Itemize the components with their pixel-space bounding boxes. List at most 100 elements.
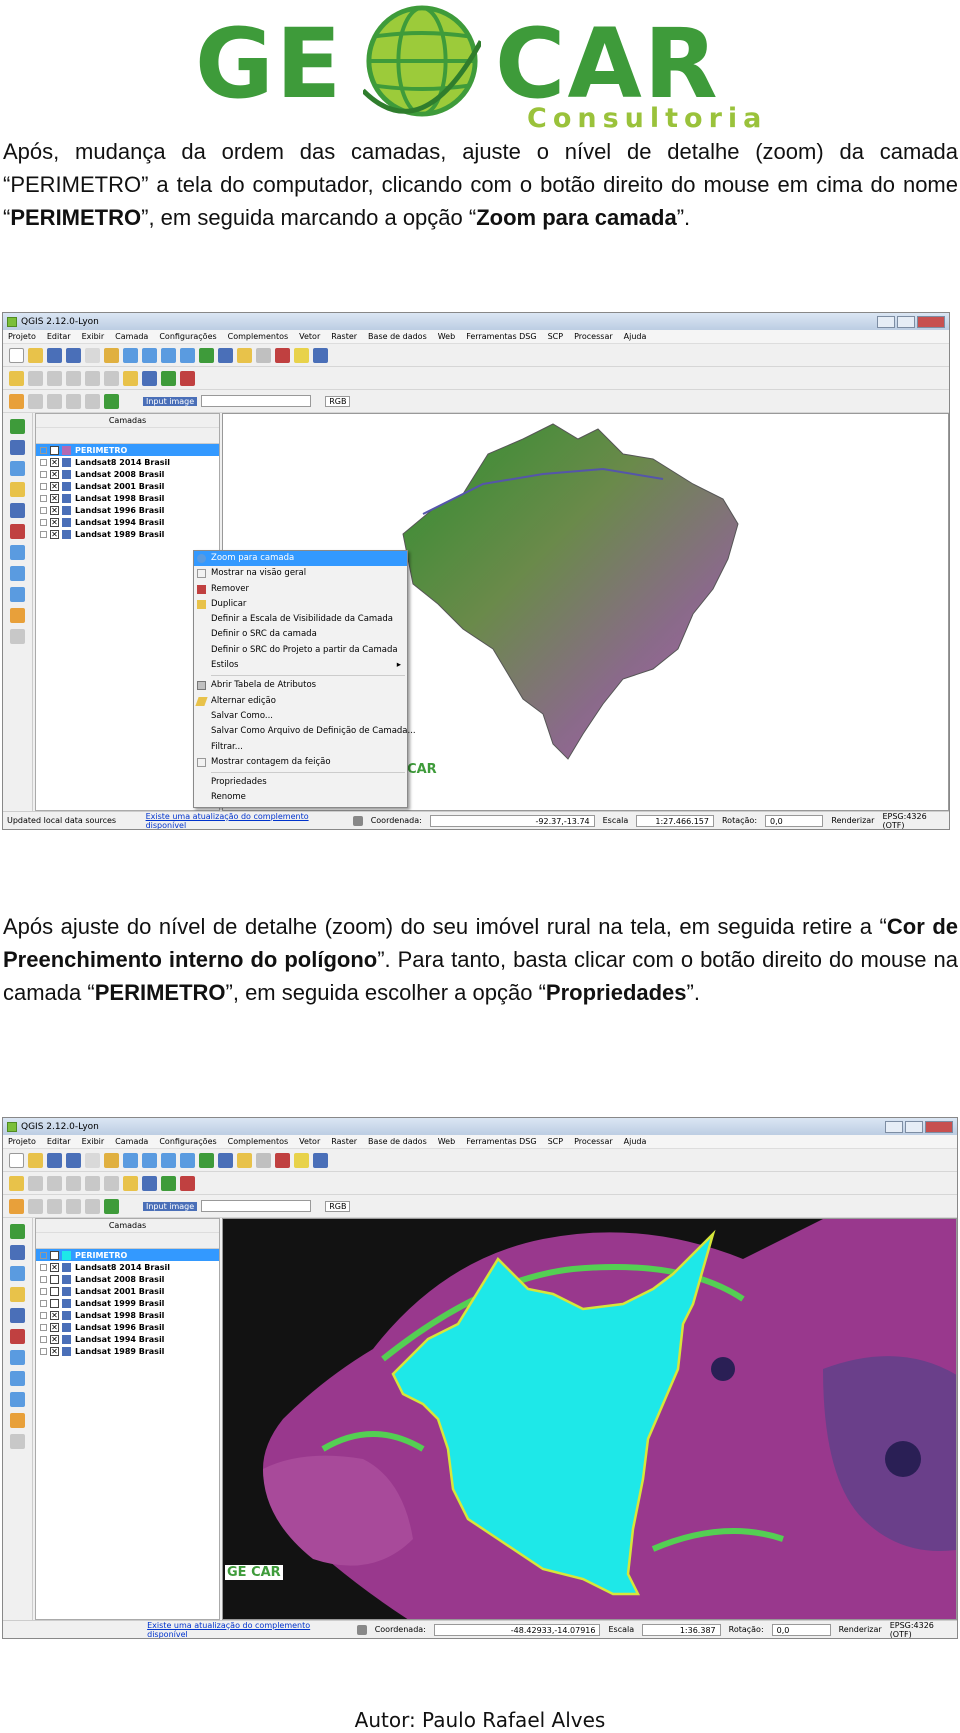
menu-configuracoes[interactable]: Configurações	[159, 332, 216, 341]
zoom-in-icon[interactable]	[123, 1152, 138, 1168]
menu-configuracoes[interactable]: Configurações	[159, 1137, 216, 1146]
add-spatialite-icon[interactable]	[10, 1287, 25, 1302]
menu-editar[interactable]: Editar	[47, 332, 71, 341]
add-wms-icon[interactable]	[10, 1350, 25, 1365]
maximize-button[interactable]	[905, 1120, 923, 1133]
plugin-update-link[interactable]: Existe uma atualização do complemento di…	[147, 1621, 349, 1639]
advanced-edit-icon[interactable]	[66, 393, 81, 409]
add-wcs-icon[interactable]	[10, 1371, 25, 1386]
menu-vetor[interactable]: Vetor	[299, 1137, 320, 1146]
annotation-icon[interactable]	[294, 347, 309, 363]
new-shapefile-icon[interactable]	[10, 629, 25, 644]
layer-item-landsat-1989[interactable]: ✕ Landsat 1989 Brasil	[36, 528, 219, 540]
menu-web[interactable]: Web	[438, 332, 455, 341]
menu-item-definir-src-projeto[interactable]: Definir o SRC do Projeto a partir da Cam…	[194, 643, 407, 658]
grass-icon[interactable]	[161, 1175, 176, 1191]
scale-value[interactable]: 1:27.466.157	[636, 814, 714, 827]
scp-icon[interactable]	[180, 1175, 195, 1191]
add-feature-icon[interactable]	[28, 1175, 43, 1191]
menu-item-definir-src-camada[interactable]: Definir o SRC da camada	[194, 627, 407, 642]
band-set-icon[interactable]	[104, 393, 119, 409]
cut-icon[interactable]	[104, 370, 119, 386]
digitize-icon[interactable]	[9, 393, 24, 409]
scp-icon[interactable]	[180, 370, 195, 386]
coordinate-toggle-icon[interactable]	[356, 1624, 367, 1635]
layer-item-landsat-2008[interactable]: Landsat 2008 Brasil	[36, 1273, 219, 1285]
add-vector-icon[interactable]	[10, 419, 25, 434]
layer-item-landsat-1998[interactable]: ✕ Landsat 1998 Brasil	[36, 492, 219, 504]
rgb-select[interactable]: RGB	[325, 1200, 351, 1212]
menu-base-de-dados[interactable]: Base de dados	[368, 332, 427, 341]
add-wfs-icon[interactable]	[10, 1392, 25, 1407]
menu-base-de-dados[interactable]: Base de dados	[368, 1137, 427, 1146]
menu-ferramentas-dsg[interactable]: Ferramentas DSG	[466, 332, 536, 341]
print-icon[interactable]	[85, 347, 100, 363]
add-feature-icon[interactable]	[28, 370, 43, 386]
annotation-icon[interactable]	[294, 1152, 309, 1168]
select-icon[interactable]	[237, 1152, 252, 1168]
refresh-icon[interactable]	[199, 1152, 214, 1168]
undo-icon[interactable]	[28, 393, 43, 409]
crs-status[interactable]: EPSG:4326 (OTF)	[882, 812, 949, 830]
new-shapefile-icon[interactable]	[10, 1434, 25, 1449]
node-tool-icon[interactable]	[66, 370, 81, 386]
save-as-icon[interactable]	[66, 1152, 81, 1168]
layer-item-landsat-2001[interactable]: Landsat 2001 Brasil	[36, 1285, 219, 1297]
menu-ajuda[interactable]: Ajuda	[624, 332, 647, 341]
delete-icon[interactable]	[85, 1175, 100, 1191]
zoom-layer-icon[interactable]	[180, 347, 195, 363]
new-project-icon[interactable]	[9, 347, 24, 363]
add-wms-icon[interactable]	[10, 545, 25, 560]
menu-vetor[interactable]: Vetor	[299, 332, 320, 341]
add-wcs-icon[interactable]	[10, 566, 25, 581]
digitize-icon[interactable]	[9, 1198, 24, 1214]
rgb-select[interactable]: RGB	[325, 395, 351, 407]
menu-item-mostrar-visao-geral[interactable]: Mostrar na visão geral	[194, 566, 407, 581]
zoom-full-icon[interactable]	[161, 1152, 176, 1168]
pan-icon[interactable]	[104, 347, 119, 363]
help-icon[interactable]	[313, 347, 328, 363]
scale-value[interactable]: 1:36.387	[642, 1623, 721, 1636]
zoom-out-icon[interactable]	[142, 1152, 157, 1168]
menu-camada[interactable]: Camada	[115, 1137, 148, 1146]
menu-item-renome[interactable]: Renome	[194, 790, 407, 805]
add-vector-icon[interactable]	[10, 1224, 25, 1239]
layer-item-landsat-1998[interactable]: ✕ Landsat 1998 Brasil	[36, 1309, 219, 1321]
layer-item-perimetro[interactable]: ✕ PERIMETRO	[36, 444, 219, 456]
layer-item-perimetro[interactable]: ✕ PERIMETRO	[36, 1249, 219, 1261]
add-oracle-icon[interactable]	[10, 524, 25, 539]
layer-item-landsat-1989[interactable]: ✕ Landsat 1989 Brasil	[36, 1345, 219, 1357]
menu-camada[interactable]: Camada	[115, 332, 148, 341]
move-feature-icon[interactable]	[47, 1175, 62, 1191]
delete-icon[interactable]	[85, 370, 100, 386]
edit-pencil-icon[interactable]	[9, 370, 24, 386]
menu-raster[interactable]: Raster	[331, 332, 357, 341]
zoom-layer-icon[interactable]	[180, 1152, 195, 1168]
add-mssql-icon[interactable]	[10, 1308, 25, 1323]
menu-item-propriedades[interactable]: Propriedades	[194, 775, 407, 790]
render-checkbox[interactable]: Renderizar	[831, 816, 874, 825]
add-spatialite-icon[interactable]	[10, 482, 25, 497]
open-folder-icon[interactable]	[28, 1152, 43, 1168]
add-raster-icon[interactable]	[10, 440, 25, 455]
menu-item-salvar-como[interactable]: Salvar Como...	[194, 709, 407, 724]
menu-item-filtrar[interactable]: Filtrar...	[194, 740, 407, 755]
menu-exibir[interactable]: Exibir	[82, 1137, 105, 1146]
zoom-full-icon[interactable]	[161, 347, 176, 363]
band-set-icon[interactable]	[104, 1198, 119, 1214]
menu-complementos[interactable]: Complementos	[228, 332, 288, 341]
snapping-icon[interactable]	[85, 1198, 100, 1214]
field-calculator-icon[interactable]	[275, 347, 290, 363]
layer-item-landsat-1996[interactable]: ✕ Landsat 1996 Brasil	[36, 504, 219, 516]
menu-projeto[interactable]: Projeto	[8, 332, 36, 341]
coordinate-toggle-icon[interactable]	[353, 815, 363, 826]
save-as-icon[interactable]	[66, 347, 81, 363]
undo-icon[interactable]	[28, 1198, 43, 1214]
identify-icon[interactable]	[218, 1152, 233, 1168]
menu-web[interactable]: Web	[438, 1137, 455, 1146]
menu-item-estilos[interactable]: Estilos ▸	[194, 658, 407, 673]
label-icon[interactable]	[123, 1175, 138, 1191]
menu-item-abrir-tabela[interactable]: Abrir Tabela de Atributos	[194, 678, 407, 693]
menu-editar[interactable]: Editar	[47, 1137, 71, 1146]
print-icon[interactable]	[85, 1152, 100, 1168]
